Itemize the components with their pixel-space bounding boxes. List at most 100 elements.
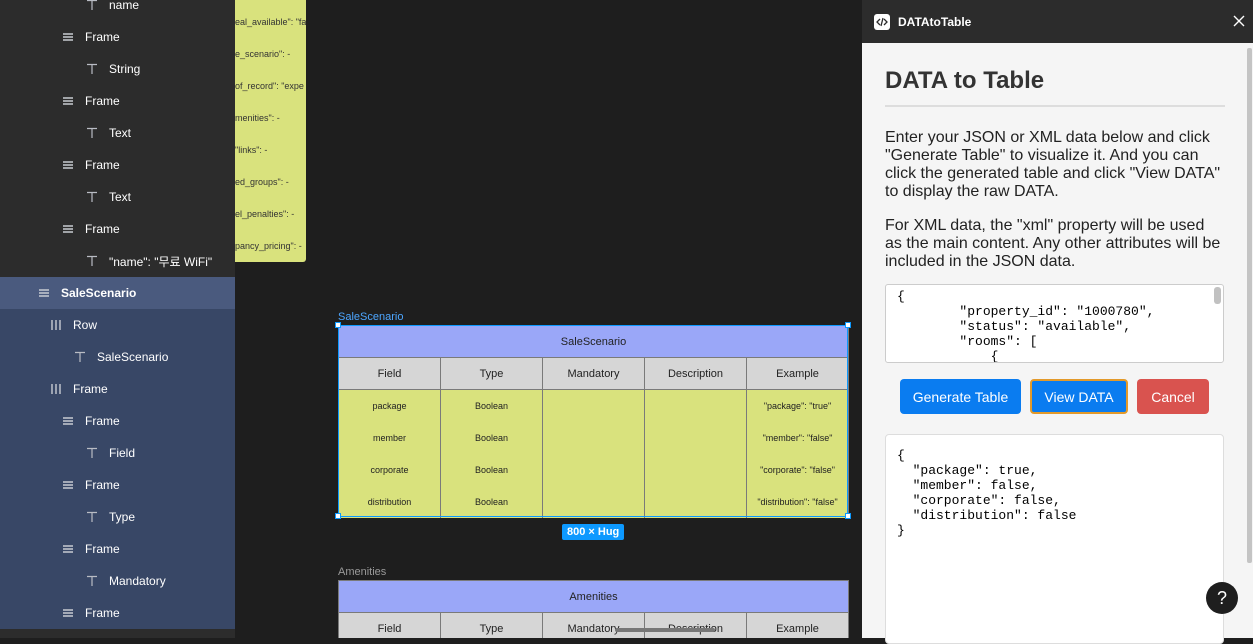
layer-row[interactable]: Frame: [0, 469, 235, 501]
panel-scrollbar[interactable]: [1247, 48, 1252, 563]
partial-table-cell: ed_groups": -: [235, 177, 289, 187]
layer-row[interactable]: String: [0, 53, 235, 85]
table-row[interactable]: corporate Boolean "corporate": "false": [338, 454, 850, 486]
layer-row[interactable]: SaleScenario: [0, 277, 235, 309]
partial-table-frame[interactable]: eal_available": "fa e_scenario": - of_reco…: [235, 0, 306, 262]
table-cell: [644, 422, 747, 454]
layer-label: Frame: [85, 606, 120, 620]
size-badge: 800 × Hug: [562, 524, 625, 540]
canvas[interactable]: eal_available": "fa e_scenario": - of_reco…: [235, 0, 862, 638]
partial-table-cell: menities": -: [235, 113, 280, 123]
frame-icon: [36, 285, 52, 301]
layer-row[interactable]: Row: [0, 309, 235, 341]
layer-row[interactable]: Frame: [0, 533, 235, 565]
generate-table-button[interactable]: Generate Table: [900, 379, 1021, 414]
table-header: Mandatory: [542, 357, 645, 390]
data-input[interactable]: { "property_id": "1000780", "status": "a…: [885, 284, 1224, 363]
table-cell: [542, 422, 645, 454]
layer-row[interactable]: Text: [0, 117, 235, 149]
text-icon: [84, 445, 100, 461]
table-row[interactable]: distribution Boolean "distribution": "fals…: [338, 486, 850, 518]
frame-icon: [60, 605, 76, 621]
plugin-body: DATA to Table Enter your JSON or XML dat…: [885, 43, 1225, 271]
layer-row[interactable]: SaleScenario: [0, 341, 235, 373]
partial-table-cell: el_penalties": -: [235, 209, 295, 219]
plugin-titlebar: DATAtoTable: [862, 0, 1253, 43]
layer-label: Text: [109, 126, 132, 140]
partial-table-cell: pancy_pricing": -: [235, 241, 302, 251]
table-header: Field: [338, 612, 441, 638]
input-scrollbar[interactable]: [1214, 287, 1221, 304]
table-cell: "package": "true": [745, 389, 850, 422]
frame-icon: [60, 541, 76, 557]
layer-row[interactable]: Field: [0, 437, 235, 469]
layer-label: Mandatory: [109, 574, 166, 588]
text-icon: [84, 125, 100, 141]
text-icon: [84, 573, 100, 589]
table-header: Description: [644, 612, 747, 638]
layer-row[interactable]: Frame: [0, 373, 235, 405]
sale-frame-label[interactable]: SaleScenario: [338, 311, 403, 323]
instructions-text: Enter your JSON or XML data below and cl…: [885, 129, 1221, 200]
text-icon: [84, 0, 100, 13]
resize-handle-bottom-left[interactable]: [335, 513, 341, 519]
layer-label: Frame: [85, 542, 120, 556]
xml-note-text: For XML data, the "xml" property will be…: [885, 217, 1221, 270]
layer-label: SaleScenario: [61, 286, 137, 300]
table-cell: Boolean: [440, 389, 543, 422]
frame-icon: [60, 413, 76, 429]
resize-handle-top-left[interactable]: [335, 322, 341, 328]
table-header: Mandatory: [542, 612, 645, 638]
layer-row[interactable]: Frame: [0, 85, 235, 117]
table-header: Description: [644, 357, 747, 390]
cancel-button[interactable]: Cancel: [1137, 379, 1209, 414]
layer-label: Frame: [85, 94, 120, 108]
layer-label: Type: [109, 510, 136, 524]
partial-table-cell: eal_available": "fa: [235, 17, 306, 27]
row-icon: [48, 317, 64, 333]
layer-row[interactable]: Type: [0, 501, 235, 533]
plugin-name: DATAtoTable: [898, 14, 972, 29]
resize-handle-top-right[interactable]: [845, 322, 851, 328]
view-data-button[interactable]: View DATA: [1030, 379, 1128, 414]
table-cell: "distribution": "false": [745, 486, 850, 518]
close-icon[interactable]: [1231, 13, 1247, 29]
table-row[interactable]: member Boolean "member": "false": [338, 422, 850, 454]
layer-row[interactable]: Frame: [0, 597, 235, 629]
layer-row[interactable]: Frame: [0, 405, 235, 437]
text-icon: [84, 509, 100, 525]
layer-row[interactable]: Frame: [0, 21, 235, 53]
layers-panel: name Frame String Frame Text Frame Text Frame "n…: [0, 0, 235, 638]
table-title: SaleScenario: [337, 325, 850, 358]
canvas-scrollbar[interactable]: [615, 628, 715, 632]
table-cell: [644, 389, 747, 422]
text-icon: [84, 189, 100, 205]
layer-row[interactable]: Frame: [0, 213, 235, 245]
table-cell: [644, 454, 747, 486]
code-icon: [874, 13, 890, 30]
help-button[interactable]: ?: [1206, 582, 1238, 614]
layer-row[interactable]: name: [0, 0, 235, 21]
layer-row[interactable]: "name": "무료 WiFi": [0, 245, 235, 277]
frame-icon: [60, 93, 76, 109]
layer-label: Frame: [85, 478, 120, 492]
layer-row[interactable]: Mandatory: [0, 565, 235, 597]
amenities-frame-label[interactable]: Amenities: [338, 566, 386, 578]
frame-icon: [60, 477, 76, 493]
layer-label: Frame: [73, 382, 108, 396]
table-cell: package: [338, 389, 441, 422]
table-cell: Boolean: [440, 422, 543, 454]
layer-row[interactable]: Frame: [0, 149, 235, 181]
sale-scenario-table[interactable]: SaleScenario Field Type Mandatory Descriptio…: [337, 325, 850, 518]
resize-handle-bottom-right[interactable]: [845, 513, 851, 519]
layer-row[interactable]: Text: [0, 181, 235, 213]
table-cell: [542, 389, 645, 422]
output-json: { "package": true, "member": false, "cor…: [897, 448, 1077, 538]
table-row[interactable]: package Boolean "package": "true": [338, 389, 850, 422]
partial-table-cell: of_record": "expe: [235, 81, 304, 91]
layer-label: String: [109, 62, 141, 76]
data-input-text[interactable]: { "property_id": "1000780", "status": "a…: [886, 285, 1223, 362]
table-cell: corporate: [338, 454, 441, 486]
table-cell: "corporate": "false": [745, 454, 850, 486]
amenities-table[interactable]: AmenitiesFieldTypeMandatoryDescriptionEx…: [338, 580, 849, 638]
